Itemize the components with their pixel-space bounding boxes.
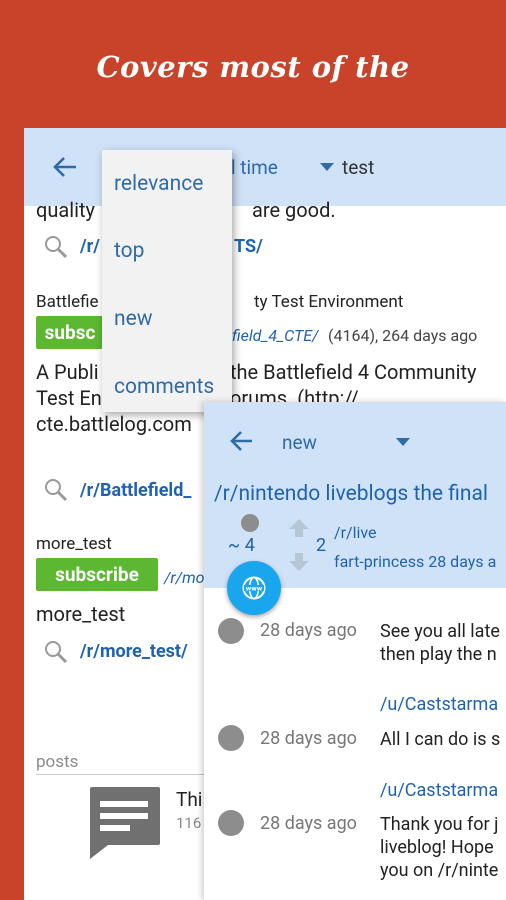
result-description: the Battlefield 4 Community <box>230 360 477 384</box>
result-description: cte.battlelog.com <box>36 412 192 436</box>
comment-text: Thank you for j <box>380 814 499 835</box>
comment-text: All I can do is s <box>380 729 501 750</box>
comment-sort-label[interactable]: new <box>282 431 317 454</box>
comment-text: you on /r/ninte <box>380 860 499 881</box>
avatar <box>218 810 244 836</box>
text-post-icon <box>90 787 160 859</box>
subreddit-link[interactable]: /r/Battlefield_ <box>80 480 191 501</box>
subscribe-button[interactable]: subscribe <box>36 558 158 591</box>
subscribe-button[interactable]: subsc <box>36 316 104 349</box>
back-arrow-icon[interactable] <box>228 427 256 455</box>
subreddit-link-tail[interactable]: TS/ <box>234 236 263 257</box>
promo-banner-title: Covers most of the functionalities <box>96 50 410 218</box>
subreddit-link[interactable]: /r/ <box>80 236 100 257</box>
sort-option-comments[interactable]: comments <box>114 375 214 399</box>
search-toolbar: all time test <box>24 128 506 206</box>
search-icon <box>45 479 68 502</box>
avatar <box>241 514 259 532</box>
result-description: Test En <box>36 386 102 410</box>
comment-text: liveblog! Hope <box>380 837 494 858</box>
comment-time: 28 days ago <box>260 728 357 749</box>
comment-author[interactable]: /u/Caststarma <box>380 694 498 715</box>
comment-author[interactable]: /u/Caststarma <box>380 780 498 801</box>
result-description: A Publi <box>36 360 99 384</box>
subreddit-link[interactable]: /r/mo <box>164 568 205 587</box>
sort-dropdown-menu: relevance top new comments <box>102 150 232 412</box>
result-description: more_test <box>36 602 126 626</box>
dropdown-arrow-icon[interactable] <box>396 438 410 446</box>
svg-text:www: www <box>246 586 263 593</box>
comment-text: then play the n <box>380 644 497 665</box>
sort-option-top[interactable]: top <box>114 239 144 263</box>
subreddit-link[interactable]: field_4_CTE/ <box>232 326 318 345</box>
result-description-tail: are good. <box>252 198 336 222</box>
sort-option-relevance[interactable]: relevance <box>114 172 203 196</box>
author-time[interactable]: fart-princess 28 days a <box>334 552 496 571</box>
back-arrow-icon[interactable] <box>50 152 80 182</box>
subscriber-count: (4164), 264 days ago <box>328 326 478 345</box>
post-title[interactable]: Thi <box>176 788 202 811</box>
posts-section-label: posts <box>36 752 79 772</box>
upvote-icon[interactable] <box>288 518 310 538</box>
search-icon <box>45 641 68 664</box>
avatar <box>218 618 244 644</box>
comment-time: 28 days ago <box>260 813 357 834</box>
section-divider <box>36 774 206 775</box>
post-header: new /r/nintendo liveblogs the final ~ 4 … <box>204 402 506 588</box>
result-description: quality <box>36 198 96 222</box>
post-meta: 116 <box>176 814 202 832</box>
dropdown-arrow-icon <box>320 163 334 171</box>
post-title: /r/nintendo liveblogs the final <box>214 482 489 506</box>
avatar <box>218 725 244 751</box>
globe-icon: www <box>242 576 266 600</box>
comment-time: 28 days ago <box>260 620 357 641</box>
query-filter[interactable]: test <box>320 156 374 179</box>
result-title: more_test <box>36 534 112 554</box>
subreddit-link[interactable]: /r/live <box>334 523 377 542</box>
result-title-tail: ty Test Environment <box>254 292 404 312</box>
vote-score: 2 <box>316 535 327 556</box>
search-icon <box>45 236 68 259</box>
subreddit-link[interactable]: /r/more_test/ <box>80 641 188 662</box>
post-detail-screen: new /r/nintendo liveblogs the final ~ 4 … <box>204 402 506 900</box>
sort-option-new[interactable]: new <box>114 307 153 331</box>
query-label: test <box>342 156 375 179</box>
result-title: Battlefie <box>36 292 99 312</box>
downvote-icon[interactable] <box>288 552 310 572</box>
comment-text: See you all late <box>380 621 500 642</box>
open-web-button[interactable]: www <box>227 561 281 615</box>
comment-count: ~ 4 <box>228 535 255 556</box>
